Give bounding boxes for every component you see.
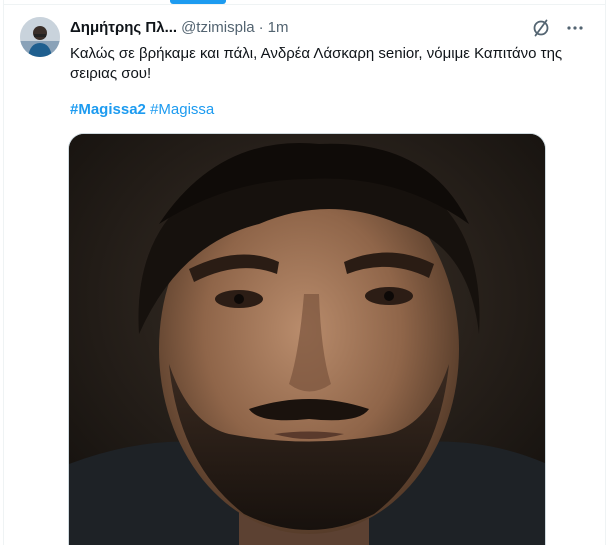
hashtag-link[interactable]: #Magissa2 <box>70 101 146 118</box>
separator-dot: · <box>258 18 264 36</box>
hashtag-list: #Magissa2 #Magissa <box>70 100 214 120</box>
grok-slash-icon[interactable] <box>531 18 551 38</box>
tweet-timestamp[interactable]: 1m <box>268 19 289 36</box>
author-display-name[interactable]: Δημήτρης Πλ... <box>70 19 177 36</box>
more-dots-icon[interactable] <box>565 18 585 38</box>
avatar[interactable] <box>20 17 60 57</box>
header-actions <box>531 18 585 38</box>
hashtag-link[interactable]: #Magissa <box>150 101 214 118</box>
tweet-text: Καλώς σε βρήκαμε και πάλι, Ανδρέα Λάσκαρ… <box>70 45 563 82</box>
active-tab-indicator <box>170 0 226 4</box>
top-divider <box>3 4 606 5</box>
tweet-header: Δημήτρης Πλ... @tzimispla · 1m <box>70 17 289 37</box>
author-handle[interactable]: @tzimispla <box>181 19 255 36</box>
tweet-photo[interactable] <box>68 133 546 545</box>
